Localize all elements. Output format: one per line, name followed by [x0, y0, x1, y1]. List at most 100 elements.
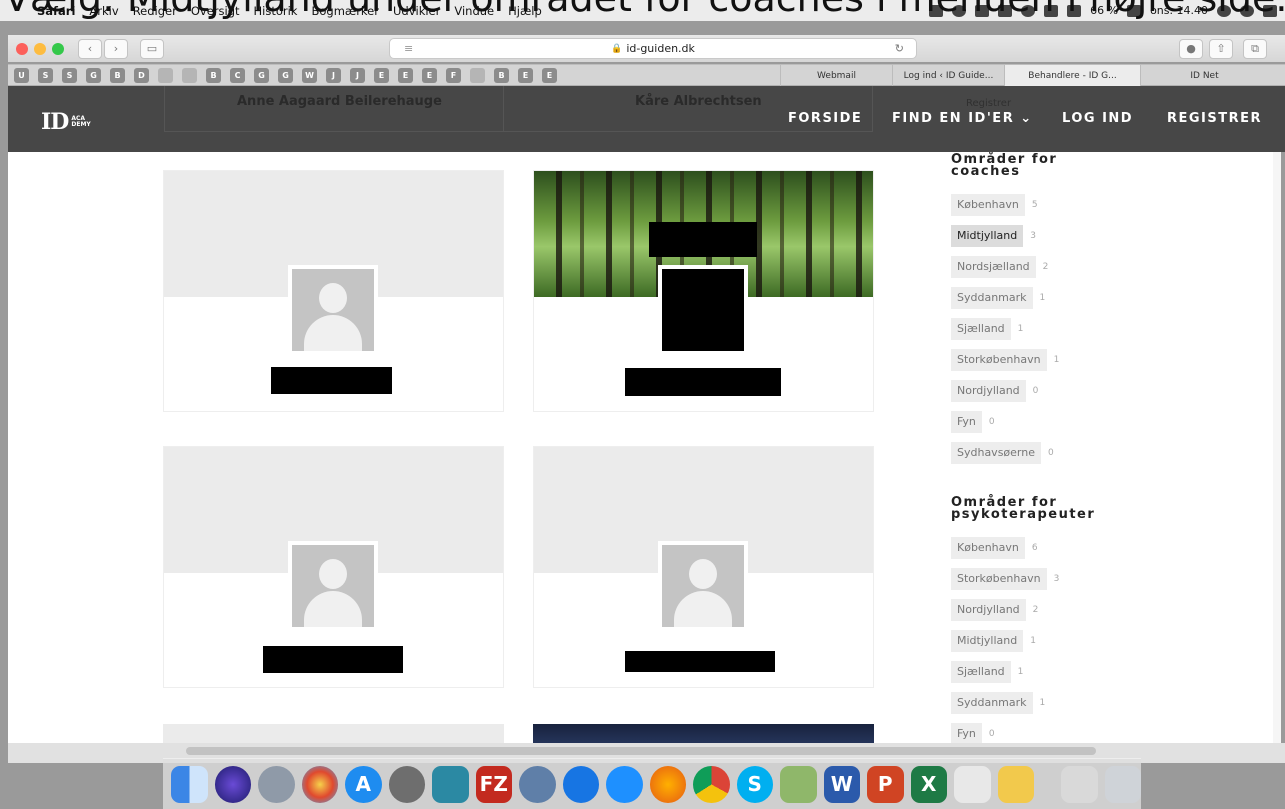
- tab-webmail[interactable]: Webmail: [780, 65, 892, 86]
- coach-area-fyn[interactable]: Fyn 0: [951, 411, 1151, 433]
- tag-label[interactable]: København: [951, 194, 1025, 216]
- forward-button[interactable]: ›: [104, 38, 128, 59]
- tag-label[interactable]: Syddanmark: [951, 287, 1033, 309]
- psych-area-nordjylland[interactable]: Nordjylland 2: [951, 599, 1151, 621]
- tag-label[interactable]: Nordjylland: [951, 599, 1026, 621]
- share-button[interactable]: ⇧: [1209, 38, 1233, 59]
- tabs-overview-button[interactable]: ⧉: [1243, 38, 1267, 59]
- profile-card[interactable]: [163, 170, 504, 412]
- finder-icon[interactable]: [171, 765, 208, 803]
- favorite-bookmark-icon[interactable]: E: [398, 67, 413, 83]
- favorite-bookmark-icon[interactable]: C: [230, 67, 245, 83]
- close-window-icon[interactable]: [16, 42, 28, 55]
- sidebar-toggle-button[interactable]: ▭: [140, 38, 164, 59]
- tab-id-net[interactable]: ID Net: [1140, 65, 1268, 86]
- avatar[interactable]: [288, 265, 378, 355]
- filezilla-icon[interactable]: FZ: [475, 765, 512, 803]
- extension-button[interactable]: ●: [1179, 38, 1203, 59]
- nav-registrer[interactable]: REGISTRER: [1167, 111, 1262, 126]
- tag-label[interactable]: Sjælland: [951, 318, 1011, 340]
- favorite-bookmark-icon[interactable]: G: [86, 67, 101, 83]
- tag-label[interactable]: Storkøbenhavn: [951, 568, 1047, 590]
- firefox-icon[interactable]: [649, 765, 686, 803]
- coach-area-syddanmark[interactable]: Syddanmark 1: [951, 287, 1151, 309]
- favorite-bookmark-icon[interactable]: J: [326, 67, 341, 83]
- word-icon[interactable]: W: [823, 765, 860, 803]
- profile-card-partial[interactable]: [163, 724, 504, 743]
- favorite-bookmark-icon[interactable]: F: [446, 67, 461, 83]
- url-text[interactable]: id-guiden.dk: [626, 42, 695, 55]
- nav-find[interactable]: FIND EN ID'ER ⌄: [892, 111, 1033, 126]
- profile-card[interactable]: [533, 170, 874, 412]
- siri-icon[interactable]: [214, 765, 251, 803]
- tag-label[interactable]: København: [951, 537, 1025, 559]
- reader-icon[interactable]: ≡: [404, 42, 413, 55]
- tag-label[interactable]: Nordsjælland: [951, 256, 1036, 278]
- psych-area-fyn[interactable]: Fyn 0: [951, 723, 1151, 743]
- document-icon[interactable]: [1061, 765, 1098, 803]
- skype-icon[interactable]: S: [736, 765, 773, 803]
- tag-label[interactable]: Fyn: [951, 411, 982, 433]
- favorite-bookmark-icon[interactable]: W: [302, 67, 317, 83]
- vertical-scrollbar[interactable]: [1273, 152, 1281, 743]
- favorite-bookmark-icon[interactable]: E: [542, 67, 557, 83]
- psych-area-københavn[interactable]: København 6: [951, 537, 1151, 559]
- profile-card[interactable]: [533, 446, 874, 688]
- redacted-name[interactable]: [625, 651, 775, 672]
- chrome-icon[interactable]: [693, 765, 730, 803]
- address-bar[interactable]: ≡ 🔒 id-guiden.dk ↻: [389, 38, 917, 59]
- trash-icon[interactable]: [1104, 765, 1141, 803]
- favorite-bookmark-icon[interactable]: J: [350, 67, 365, 83]
- excel-mac-icon[interactable]: [780, 765, 817, 803]
- calendar-icon[interactable]: [954, 765, 991, 803]
- redacted-name[interactable]: [271, 367, 392, 394]
- coach-area-nordjylland[interactable]: Nordjylland 0: [951, 380, 1151, 402]
- psych-area-sjælland[interactable]: Sjælland 1: [951, 661, 1151, 683]
- tag-label[interactable]: Storkøbenhavn: [951, 349, 1047, 371]
- notes-icon[interactable]: [997, 765, 1034, 803]
- powerpoint-icon[interactable]: P: [867, 765, 904, 803]
- favorite-bookmark-icon[interactable]: G: [254, 67, 269, 83]
- favorite-bookmark-icon[interactable]: U: [14, 67, 29, 83]
- coach-area-nordsjælland[interactable]: Nordsjælland 2: [951, 256, 1151, 278]
- reload-icon[interactable]: ↻: [895, 42, 904, 55]
- site-logo[interactable]: ID ACA DEMY: [41, 109, 91, 135]
- profile-card[interactable]: [163, 446, 504, 688]
- favorite-bookmark-icon[interactable]: [158, 67, 173, 83]
- coach-area-midtjylland[interactable]: Midtjylland 3: [951, 225, 1151, 247]
- photos-icon[interactable]: [301, 765, 338, 803]
- favorite-bookmark-icon[interactable]: D: [134, 67, 149, 83]
- avatar[interactable]: [658, 541, 748, 631]
- favorite-bookmark-icon[interactable]: [182, 67, 197, 83]
- favorite-bookmark-icon[interactable]: G: [278, 67, 293, 83]
- redacted-name[interactable]: [263, 646, 403, 673]
- tab-login[interactable]: Log ind ‹ ID Guide...: [892, 65, 1004, 86]
- favorite-bookmark-icon[interactable]: E: [518, 67, 533, 83]
- coach-area-sydhavsøerne[interactable]: Sydhavsøerne 0: [951, 442, 1151, 464]
- zoom-window-icon[interactable]: [52, 42, 64, 55]
- coach-area-københavn[interactable]: København 5: [951, 194, 1151, 216]
- safari-icon[interactable]: [606, 765, 643, 803]
- migration-icon[interactable]: [432, 765, 469, 803]
- profile-card-partial[interactable]: [533, 724, 874, 743]
- launchpad-icon[interactable]: [258, 765, 295, 803]
- app-store-icon[interactable]: A: [345, 765, 382, 803]
- coach-area-storkøbenhavn[interactable]: Storkøbenhavn 1: [951, 349, 1151, 371]
- nav-forside[interactable]: FORSIDE: [788, 111, 862, 126]
- favorite-bookmark-icon[interactable]: B: [494, 67, 509, 83]
- avatar[interactable]: [288, 541, 378, 631]
- tag-label[interactable]: Fyn: [951, 723, 982, 743]
- favorite-bookmark-icon[interactable]: [470, 67, 485, 83]
- tag-label[interactable]: Nordjylland: [951, 380, 1026, 402]
- dropbox-icon[interactable]: [562, 765, 599, 803]
- minimize-window-icon[interactable]: [34, 42, 46, 55]
- back-button[interactable]: ‹: [78, 38, 102, 59]
- favorite-bookmark-icon[interactable]: S: [38, 67, 53, 83]
- excel-icon[interactable]: X: [910, 765, 947, 803]
- tag-label[interactable]: Sydhavsøerne: [951, 442, 1041, 464]
- tag-label[interactable]: Syddanmark: [951, 692, 1033, 714]
- horizontal-scrollbar[interactable]: [186, 747, 1096, 755]
- psych-area-storkøbenhavn[interactable]: Storkøbenhavn 3: [951, 568, 1151, 590]
- coach-area-sjælland[interactable]: Sjælland 1: [951, 318, 1151, 340]
- tag-label[interactable]: Midtjylland: [951, 630, 1024, 652]
